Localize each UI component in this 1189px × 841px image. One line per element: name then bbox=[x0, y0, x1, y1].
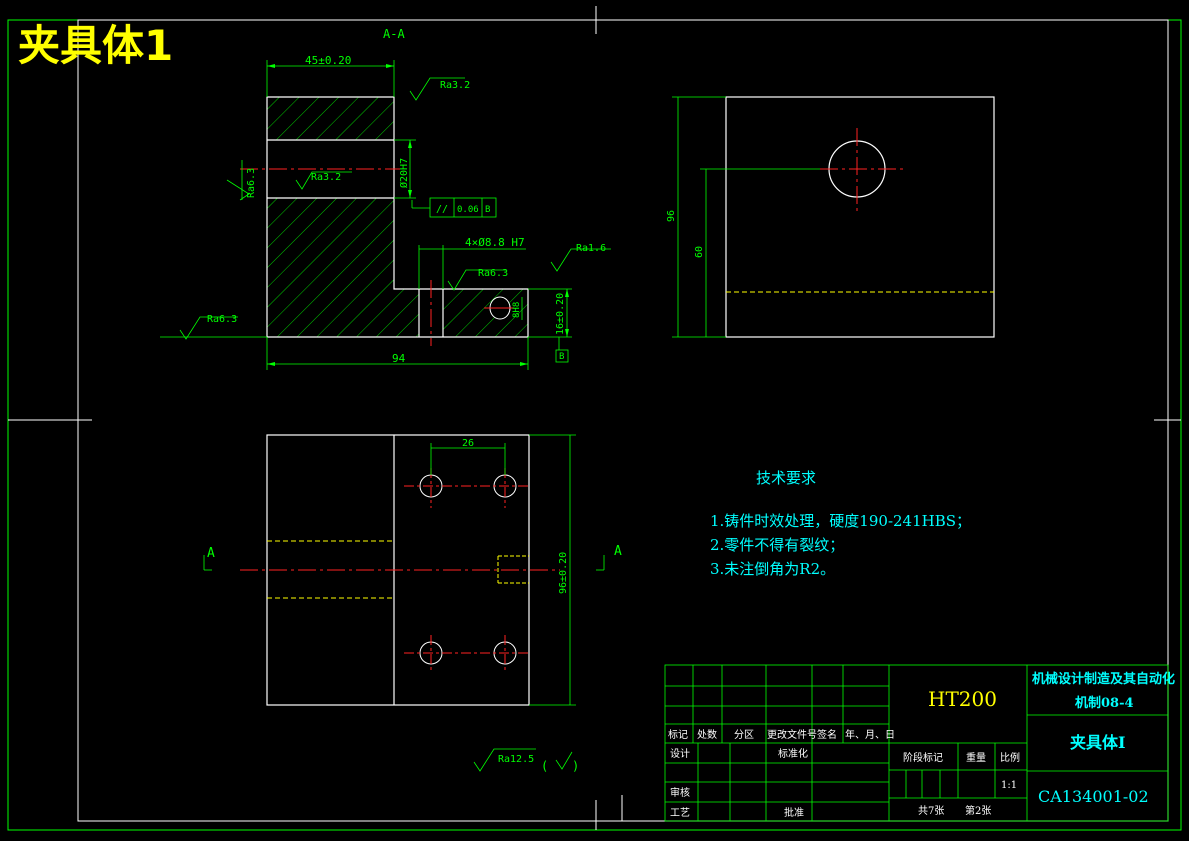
svg-text:更改文件号: 更改文件号 bbox=[767, 728, 817, 741]
cad-drawing: 夹具体1 A-A 45±0.20 94 Ø20H7 4×Ø8.8 H7 16±0… bbox=[7, 6, 1182, 831]
section-label: A-A bbox=[383, 27, 405, 41]
roughness-top: Ra3.2 bbox=[440, 80, 470, 91]
svg-text:比例: 比例 bbox=[1000, 751, 1020, 764]
tolerance-value: 0.06 bbox=[457, 205, 479, 215]
svg-text:批准: 批准 bbox=[784, 806, 804, 819]
svg-text:设计: 设计 bbox=[670, 747, 690, 760]
tech-item-2: 2.零件不得有裂纹； bbox=[710, 536, 844, 554]
tb-school: 机械设计制造及其自动化 bbox=[1032, 671, 1175, 687]
tb-drawing-no: CA134001-02 bbox=[1038, 787, 1149, 806]
dim-94: 94 bbox=[392, 352, 406, 365]
tech-item-1: 1.铸件时效处理，硬度190-241HBS； bbox=[710, 512, 971, 530]
drawing-canvas: 夹具体1 A-A 45±0.20 94 Ø20H7 4×Ø8.8 H7 16±0… bbox=[0, 0, 1189, 841]
inner-frame bbox=[77, 19, 1169, 822]
roughness-left: Ra6.3 bbox=[246, 168, 257, 198]
dim-26: 26 bbox=[462, 438, 474, 449]
datum-label: B bbox=[559, 352, 564, 362]
roughness-hole: Ra6.3 bbox=[478, 268, 508, 279]
tech-heading: 技术要求 bbox=[756, 469, 816, 487]
roughness-general: Ra12.5 bbox=[498, 754, 534, 765]
svg-text:审核: 审核 bbox=[670, 786, 690, 799]
tb-material: HT200 bbox=[928, 687, 997, 711]
tb-stage: 阶段标记 重量 比例 1:1 共7张 第2张 bbox=[903, 751, 1020, 817]
dim-bore: Ø20H7 bbox=[398, 158, 410, 188]
roughness-paren-close: ) bbox=[572, 759, 579, 773]
svg-text:1:1: 1:1 bbox=[1001, 780, 1017, 791]
svg-text:第2张: 第2张 bbox=[965, 804, 991, 817]
tb-part-name: 夹具体Ⅰ bbox=[1070, 733, 1126, 752]
section-view bbox=[240, 96, 529, 346]
dim-plan-96: 96±0.20 bbox=[558, 552, 569, 594]
roughness-bore: Ra3.2 bbox=[311, 172, 341, 183]
svg-text:签名: 签名 bbox=[817, 728, 837, 741]
svg-text:标记: 标记 bbox=[668, 729, 688, 741]
dim-8: 8H8 bbox=[512, 302, 522, 318]
svg-text:处数: 处数 bbox=[697, 728, 717, 741]
tb-roles: 设计 标准化 审核 工艺 批准 bbox=[670, 747, 808, 819]
dim-16: 16±0.20 bbox=[555, 293, 566, 335]
plan-view bbox=[240, 434, 560, 706]
dim-side-96: 96 bbox=[666, 210, 677, 222]
dim-side-60: 60 bbox=[694, 246, 705, 258]
roughness-right: Ra1.6 bbox=[576, 243, 606, 254]
svg-text:阶段标记: 阶段标记 bbox=[903, 751, 943, 764]
svg-text:工艺: 工艺 bbox=[670, 807, 690, 819]
tolerance-datum: B bbox=[485, 205, 490, 215]
dim-45: 45±0.20 bbox=[305, 54, 351, 67]
side-dimensions bbox=[672, 96, 820, 338]
tb-class: 机制08-4 bbox=[1075, 695, 1134, 711]
svg-text:共7张: 共7张 bbox=[918, 805, 944, 817]
roughness-paren-open: ( bbox=[541, 759, 548, 773]
section-marker-right: A bbox=[614, 544, 622, 559]
roughness-base: Ra6.3 bbox=[207, 314, 237, 325]
dim-holes: 4×Ø8.8 H7 bbox=[465, 236, 525, 249]
svg-text:重量: 重量 bbox=[966, 751, 986, 764]
drawing-title: 夹具体1 bbox=[18, 21, 173, 70]
roughness-symbols bbox=[179, 77, 611, 772]
outer-frame bbox=[7, 19, 1182, 831]
svg-text:标准化: 标准化 bbox=[778, 747, 808, 760]
centering-marks bbox=[8, 6, 1181, 830]
tech-item-3: 3.未注倒角为R2。 bbox=[710, 560, 835, 578]
svg-text:年、月、日: 年、月、日 bbox=[845, 728, 895, 741]
side-view bbox=[725, 96, 995, 338]
section-marker-left: A bbox=[207, 546, 215, 561]
tolerance-symbol: // bbox=[436, 204, 448, 215]
svg-text:分区: 分区 bbox=[734, 729, 754, 741]
tb-headers: 标记 处数 分区 更改文件号 签名 年、月、日 bbox=[668, 728, 895, 741]
